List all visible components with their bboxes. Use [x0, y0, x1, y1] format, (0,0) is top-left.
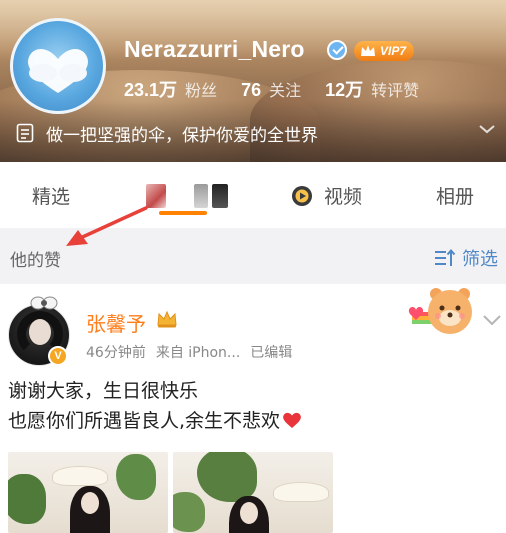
heart-emoji-icon [283, 412, 301, 428]
stat-label: 转评赞 [371, 81, 420, 100]
tab-album[interactable]: 相册 [436, 182, 474, 209]
verified-icon [327, 40, 347, 60]
post-edited: 已编辑 [250, 345, 293, 361]
profile-stats: 23.1万 粉丝 76 关注 12万 转评赞 [124, 76, 443, 100]
vip-level: VIP7 [380, 44, 407, 58]
bio-document-icon [16, 123, 34, 143]
cloud-heart-icon [28, 49, 88, 93]
stat-value: 12万 [325, 80, 364, 100]
photo-plant [116, 454, 156, 500]
post-image[interactable] [8, 452, 168, 533]
post-image[interactable] [173, 452, 333, 533]
photo-lamp [52, 466, 108, 486]
vip-badge[interactable]: VIP7 [354, 41, 415, 61]
post-body: 谢谢大家，生日很快乐 也愿你们所遇皆良人,余生不悲欢 [8, 376, 302, 436]
feed-post: V 张馨予 46分钟前 来自 iPhon... 已编辑 谢谢大家，生日很快乐 也… [0, 284, 506, 533]
filter-button[interactable]: 筛选 [434, 245, 498, 271]
profile-bio-row[interactable]: 做一把坚强的伞，保护你爱的全世界 [16, 120, 496, 146]
chevron-down-icon[interactable] [478, 123, 496, 135]
post-text-line-2: 也愿你们所遇皆良人,余生不悲欢 [8, 406, 302, 436]
chevron-down-icon[interactable] [482, 314, 502, 326]
filter-icon [435, 248, 456, 266]
stat-value: 23.1万 [124, 80, 178, 100]
stat-value: 76 [241, 80, 262, 100]
photo-person-face [81, 492, 99, 514]
video-icon [292, 185, 312, 206]
post-source[interactable]: 来自 iPhon... [156, 342, 240, 362]
avatar-face [29, 319, 51, 345]
redacted-text [194, 184, 208, 208]
bear-decoration-icon [408, 288, 472, 334]
avatar-pendant-icon [30, 296, 58, 310]
post-author-name[interactable]: 张馨予 [86, 308, 146, 337]
post-text-line: 也愿你们所遇皆良人,余生不悲欢 [8, 410, 281, 432]
profile-avatar[interactable] [10, 18, 106, 114]
photo-plant [173, 492, 205, 532]
profile-header: Nerazzurri_Nero VIP7 23.1万 粉丝 76 关注 12万 … [0, 0, 506, 162]
liked-section-label: 他的赞 [10, 251, 61, 271]
post-text-line: 谢谢大家，生日很快乐 [8, 380, 199, 402]
active-tab-indicator [159, 211, 207, 215]
redacted-text [212, 184, 228, 208]
stat-label: 粉丝 [185, 81, 218, 100]
stat-label: 关注 [269, 81, 302, 100]
annotation-arrow-icon [66, 206, 148, 246]
photo-lamp [273, 482, 329, 502]
crown-icon [157, 310, 177, 328]
tab-active-redacted[interactable] [146, 184, 236, 208]
photo-plant [8, 474, 46, 524]
stat-reposts-likes[interactable]: 12万 转评赞 [325, 76, 419, 102]
tab-video[interactable]: 视频 [290, 182, 362, 209]
post-meta: 46分钟前 来自 iPhon... 已编辑 [86, 342, 302, 362]
photo-person-face [240, 502, 258, 524]
post-time: 46分钟前 [86, 345, 146, 361]
profile-bio: 做一把坚强的伞，保护你爱的全世界 [46, 125, 318, 146]
filter-label: 筛选 [462, 249, 498, 270]
stat-followers[interactable]: 23.1万 粉丝 [124, 76, 217, 102]
stat-following[interactable]: 76 关注 [241, 77, 301, 101]
vip-crown-icon [361, 45, 375, 56]
profile-username: Nerazzurri_Nero [124, 36, 305, 62]
verified-v-badge: V [48, 346, 68, 366]
tab-video-label: 视频 [324, 186, 363, 208]
